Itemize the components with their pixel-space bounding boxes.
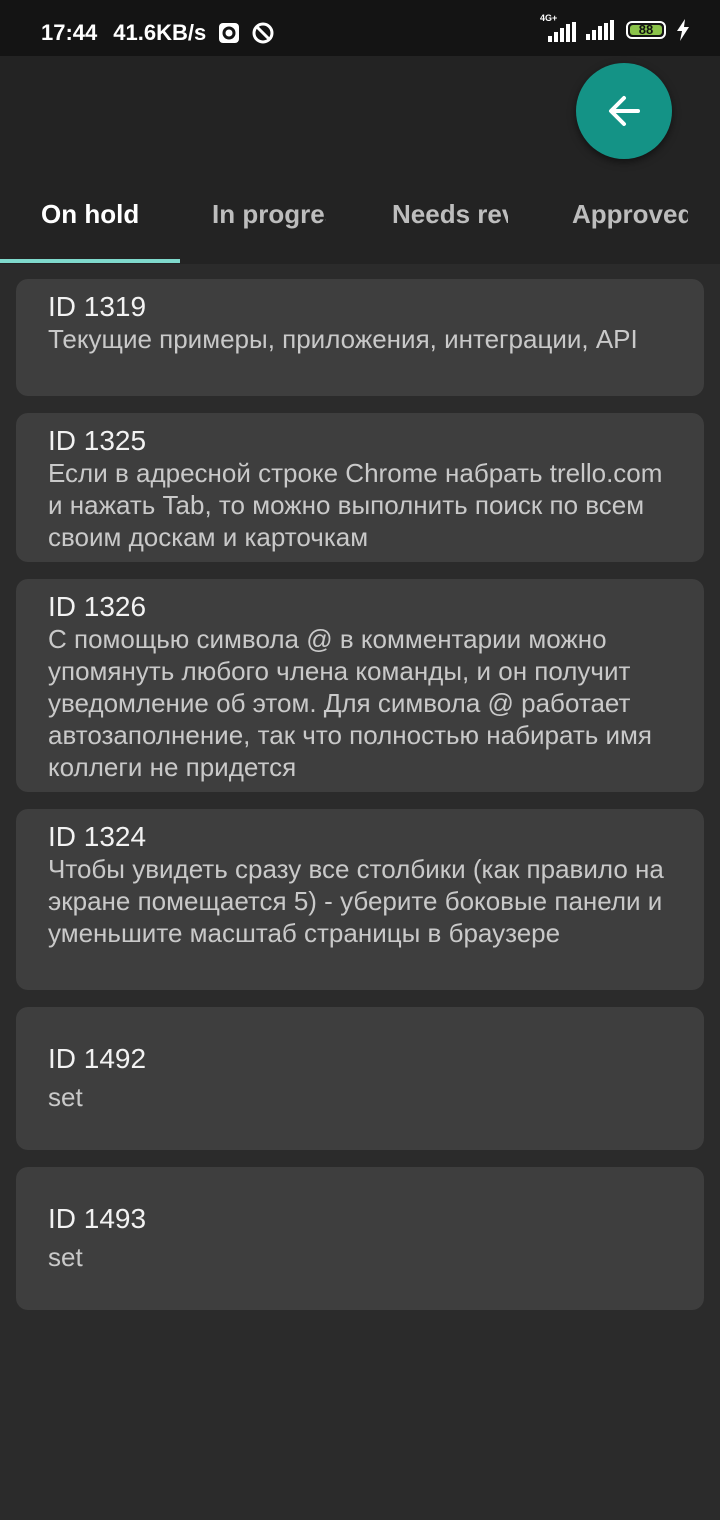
card-id: ID 1492 — [48, 1043, 147, 1074]
card-id: ID 1326 — [48, 591, 147, 622]
tab-approved[interactable]: Approved — [572, 186, 688, 246]
status-time: 17:44 — [41, 20, 98, 45]
task-card[interactable]: ID 1326 С помощью символа @ в комментари… — [16, 579, 704, 792]
signal-4g-icon: 4G+ — [540, 13, 576, 42]
task-card[interactable]: ID 1319 Текущие примеры, приложения, инт… — [16, 279, 704, 396]
status-net-speed: 41.6KB/s — [113, 20, 207, 45]
card-id: ID 1493 — [48, 1203, 147, 1234]
task-card[interactable]: ID 1492 set — [16, 1007, 704, 1150]
tab-needs-review[interactable]: Needs review — [392, 186, 508, 246]
tab-on-hold[interactable]: On hold — [41, 186, 177, 246]
arrow-left-icon — [609, 96, 640, 126]
signal-icon — [586, 20, 614, 40]
card-text: set — [48, 1082, 83, 1112]
back-button[interactable] — [576, 63, 672, 159]
card-id: ID 1319 — [48, 291, 147, 322]
tab-in-progress[interactable]: In progress — [212, 186, 326, 246]
notification-blocked-icon — [252, 22, 274, 44]
status-left: 17:44 41.6KB/s — [41, 20, 274, 46]
task-card[interactable]: ID 1325 Если в адресной строке Chrome на… — [16, 413, 704, 562]
notification-app-icon — [219, 23, 240, 43]
tab-bar: On hold In progress Needs review Approve… — [0, 186, 720, 262]
battery-icon: 88 — [626, 21, 666, 39]
card-text: set — [48, 1242, 83, 1272]
tab-indicator — [0, 259, 180, 263]
card-text: Текущие примеры, приложения, интеграции,… — [48, 324, 638, 354]
card-id: ID 1325 — [48, 425, 147, 456]
card-id: ID 1324 — [48, 821, 147, 852]
task-card[interactable]: ID 1324 Чтобы увидеть сразу все столбики… — [16, 809, 704, 990]
card-text: С помощью символа @ в комментарии можно … — [48, 624, 653, 782]
battery-level: 88 — [638, 22, 654, 37]
card-text: Чтобы увидеть сразу все столбики (как пр… — [48, 854, 664, 948]
task-card[interactable]: ID 1493 set — [16, 1167, 704, 1310]
status-bar: 17:44 41.6KB/s 4G+ 88 — [0, 0, 720, 56]
status-right: 4G+ 88 — [540, 13, 690, 42]
card-text: Если в адресной строке Chrome набрать tr… — [48, 458, 663, 552]
charging-icon — [677, 19, 689, 41]
